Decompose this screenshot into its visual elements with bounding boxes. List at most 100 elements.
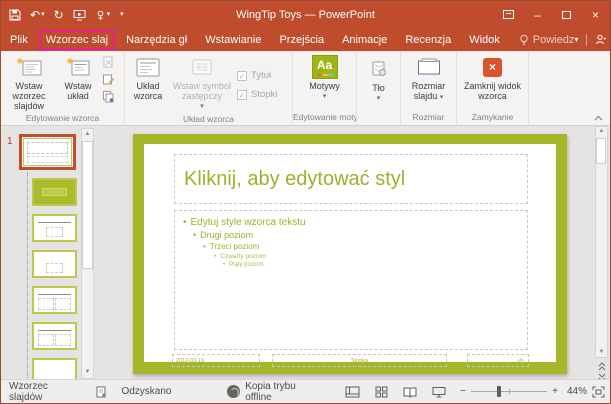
person-icon (595, 34, 606, 45)
slide-master-canvas: Kliknij, aby edytować styl •Edytuj style… (133, 134, 567, 374)
fit-slide-to-window-icon[interactable] (592, 386, 605, 398)
chevron-down-icon: ▾ (107, 11, 111, 18)
slide-scrollbar[interactable]: ▲ ▼ (595, 126, 608, 381)
tell-me-box[interactable]: Powiedz (519, 34, 575, 46)
ribbon-display-options-button[interactable] (494, 1, 523, 28)
zoom-out-icon[interactable]: − (460, 386, 466, 397)
recovered-label: Odzyskano (121, 386, 171, 397)
themes-button[interactable]: Aa Motywy ▾ (296, 54, 354, 111)
group-label: Układ wzorca (125, 113, 292, 125)
scroll-down-icon[interactable]: ▼ (595, 347, 608, 358)
powerpoint-window: ↶▾ ↻ ▾ ▾ WingTip Toys — PowerPoint – × P… (0, 0, 611, 404)
group-label: Rozmiar (401, 111, 456, 125)
scrollbar-thumb[interactable] (596, 138, 606, 164)
scroll-down-icon[interactable]: ▼ (82, 367, 93, 378)
undo-icon: ↶ (30, 9, 40, 21)
slide-size-button[interactable]: Rozmiar slajdu ▾ (403, 54, 455, 111)
slide-layout-icon (66, 55, 90, 79)
title-placeholder[interactable]: Kliknij, aby edytować styl (174, 154, 528, 204)
title-checkbox[interactable]: ✓ Tytuł (237, 70, 277, 81)
checkbox-icon: ✓ (237, 90, 247, 100)
slide-sorter-icon[interactable] (375, 386, 388, 398)
placeholder-icon (190, 55, 214, 79)
group-edit-theme: Aa Motywy ▾ Edytowanie motywu (293, 51, 357, 125)
themes-icon: Aa (312, 55, 338, 79)
zoom-slider[interactable] (471, 391, 547, 392)
offline-copy-indicator: Kopia trybu offline (227, 381, 323, 403)
chevron-down-icon: ▾ (200, 102, 204, 112)
close-x-icon: × (483, 58, 502, 77)
offline-icon (227, 385, 240, 398)
slideshow-icon[interactable] (432, 386, 446, 398)
zoom-in-icon[interactable]: + (552, 386, 558, 397)
undo-button[interactable]: ↶▾ (30, 9, 45, 21)
master-thumbnail-selected[interactable] (19, 134, 76, 170)
tab-review[interactable]: Recenzja (396, 31, 460, 49)
zoom-control: − + 44% (460, 386, 610, 398)
normal-view-icon[interactable] (345, 386, 360, 398)
date-placeholder[interactable]: 2012-03-19 (172, 354, 260, 367)
tab-view[interactable]: Widok (460, 31, 509, 49)
view-name-label[interactable]: Wzorzec slajdów (9, 381, 82, 403)
group-label: Edytowanie wzorca (1, 112, 124, 125)
layout-thumbnail[interactable] (32, 286, 77, 314)
tab-insert[interactable]: Wstawianie (196, 31, 270, 49)
save-icon[interactable] (9, 9, 21, 21)
scroll-up-icon[interactable]: ▲ (82, 129, 93, 140)
body-placeholder[interactable]: •Edytuj style wzorca tekstu •Drugi pozio… (174, 210, 528, 350)
touch-mouse-mode-button[interactable]: ▾ (95, 9, 111, 21)
collapse-ribbon-icon[interactable] (594, 115, 603, 121)
zoom-level-label[interactable]: 44% (567, 386, 587, 397)
preserve-icon[interactable] (101, 89, 116, 104)
background-button[interactable]: Tło ▾ (359, 54, 399, 111)
insert-placeholder-button: Wstaw symbol zastępczy ▾ (171, 54, 233, 113)
master-layout-button[interactable]: Układ wzorca (125, 54, 171, 113)
background-icon (370, 57, 388, 81)
insert-slide-master-button[interactable]: Wstaw wzorzec slajdów (1, 54, 57, 112)
reading-view-icon[interactable] (403, 386, 417, 398)
footers-checkbox[interactable]: ✓ Stopki (237, 89, 277, 100)
scroll-up-icon[interactable]: ▲ (595, 126, 608, 137)
chevron-down-icon: ▾ (440, 94, 444, 101)
maximize-icon (562, 11, 571, 19)
group-label: Edytowanie motywu (293, 111, 356, 125)
redo-icon[interactable]: ↻ (54, 9, 64, 21)
customize-qat-icon[interactable]: ▾ (120, 11, 124, 18)
share-button[interactable]: Udostępnij (595, 34, 611, 46)
minimize-button[interactable]: – (523, 1, 552, 28)
group-master-layout: Układ wzorca Wstaw symbol zastępczy ▾ ✓ … (125, 51, 293, 125)
layout-thumbnail-title[interactable] (32, 178, 77, 206)
chevron-down-icon: ▾ (323, 92, 327, 102)
group-label (357, 111, 400, 125)
thumbnail-scrollbar[interactable]: ▲ ▼ (81, 128, 94, 379)
maximize-button[interactable] (552, 1, 581, 28)
slide-size-icon (417, 55, 441, 79)
checkbox-icon: ✓ (237, 71, 247, 81)
insert-layout-button[interactable]: Wstaw układ (57, 54, 99, 112)
tab-animations[interactable]: Animacje (333, 31, 396, 49)
tab-transitions[interactable]: Przejścia (270, 31, 333, 49)
close-button[interactable]: × (581, 1, 610, 28)
layout-connector-line (27, 172, 28, 378)
scrollbar-thumb[interactable] (82, 141, 93, 269)
layout-thumbnail[interactable] (32, 250, 77, 278)
start-from-beginning-icon[interactable] (73, 9, 86, 21)
tab-separator (586, 34, 587, 46)
layout-thumbnail[interactable] (32, 322, 77, 350)
close-master-view-button[interactable]: × Zamknij widok wzorca (459, 54, 527, 111)
chevron-down-icon: ▾ (41, 11, 45, 18)
slide-master-icon (16, 55, 42, 79)
footer-placeholder[interactable]: Stopka (272, 354, 447, 367)
layout-thumbnail[interactable] (32, 214, 77, 242)
tab-slide-master[interactable]: Wzorzec slaj (39, 30, 115, 50)
layout-thumbnail[interactable] (32, 358, 77, 381)
tab-home[interactable]: Narzędzia gł (117, 31, 196, 49)
tab-file[interactable]: Plik (1, 31, 37, 49)
slidenumber-placeholder[interactable]: ‹#› (467, 354, 529, 367)
rename-icon[interactable] (101, 72, 116, 87)
group-label: Zamykanie (457, 111, 528, 125)
spelling-status-icon[interactable] (96, 386, 107, 398)
zoom-slider-thumb[interactable] (497, 386, 501, 397)
chevron-down-icon[interactable]: ▾ (574, 35, 578, 44)
ribbon: Wstaw wzorzec slajdów Wstaw układ (1, 51, 610, 126)
